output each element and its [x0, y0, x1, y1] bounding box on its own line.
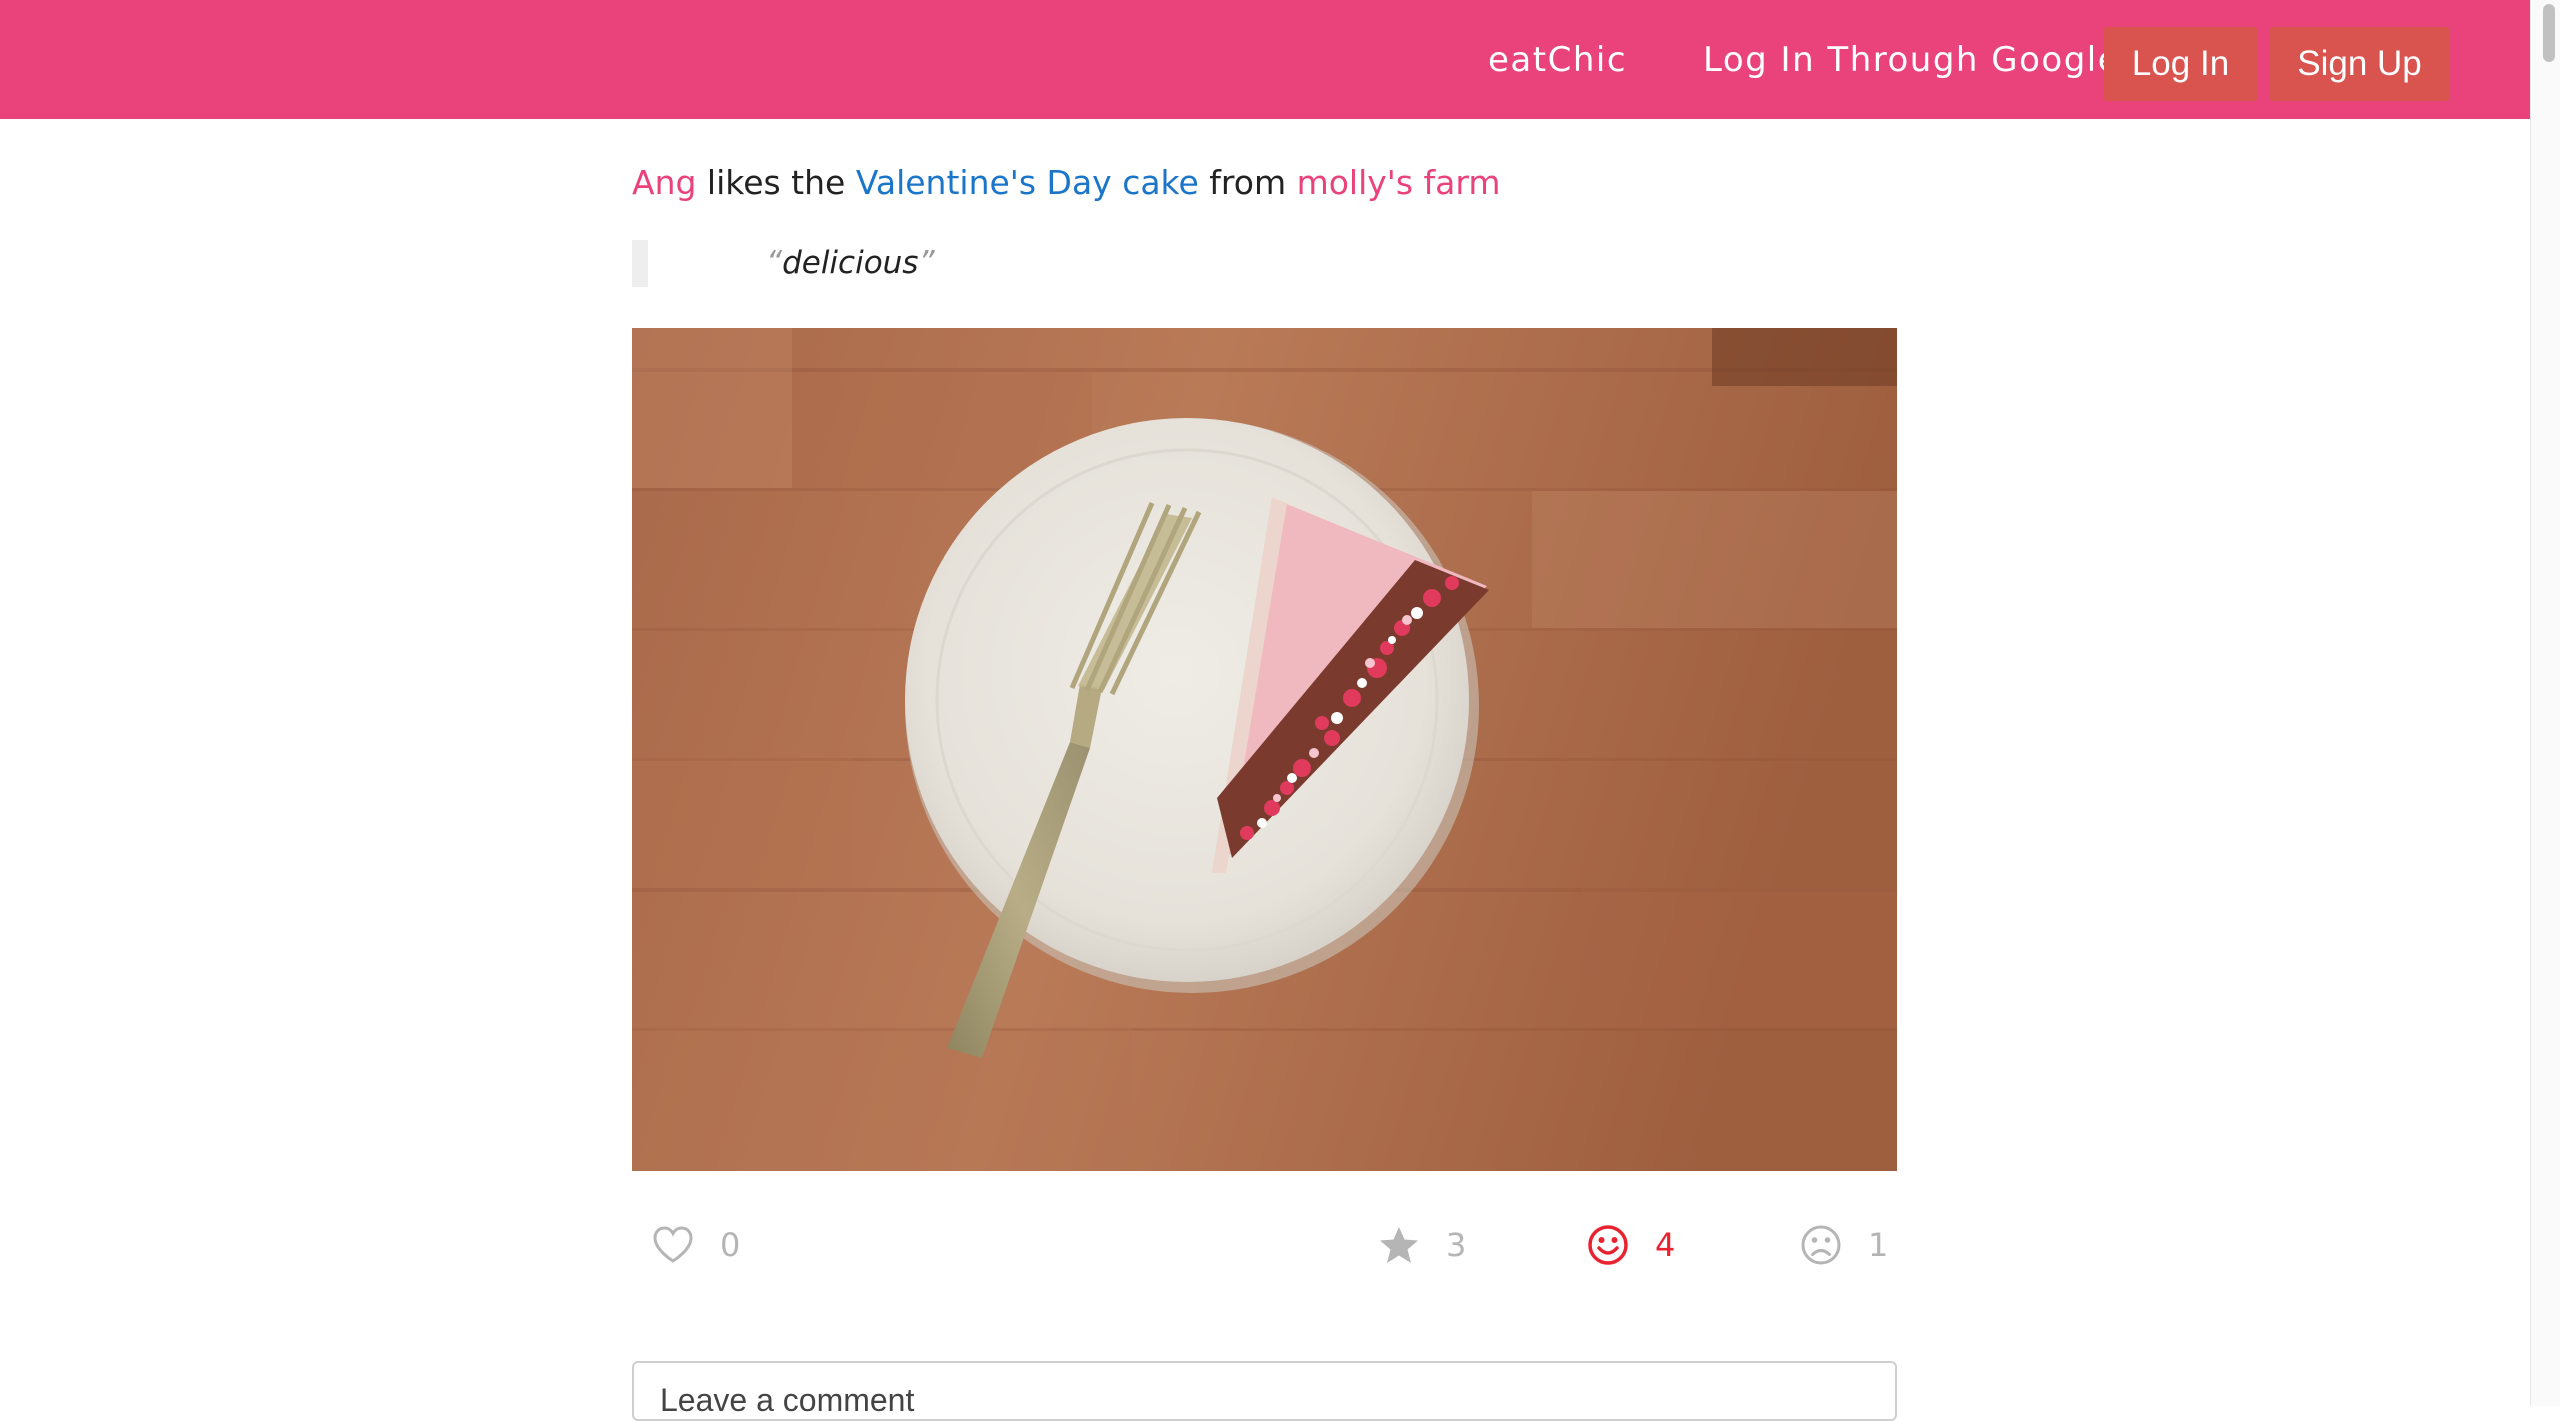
star-count: 3 [1446, 1226, 1467, 1264]
star-reaction[interactable]: 3 [1378, 1222, 1466, 1268]
comment-input[interactable] [632, 1361, 1897, 1421]
post-headline: Ang likes the Valentine's Day cake from … [632, 158, 1501, 208]
headline-verb: likes the [696, 163, 856, 202]
user-link[interactable]: Ang [632, 163, 696, 202]
happy-reaction[interactable]: 4 [1587, 1222, 1675, 1268]
signup-button[interactable]: Sign Up [2270, 27, 2449, 101]
dish-link[interactable]: Valentine's Day cake [856, 163, 1199, 202]
happy-count: 4 [1655, 1226, 1676, 1264]
sad-reaction[interactable]: 1 [1800, 1222, 1888, 1268]
scrollbar-thumb[interactable] [2543, 4, 2555, 62]
place-link[interactable]: molly's farm [1297, 163, 1501, 202]
login-button[interactable]: Log In [2104, 27, 2257, 101]
frown-icon [1801, 1225, 1841, 1265]
open-quote-mark: “ [766, 245, 783, 281]
review-text: “delicious” [766, 240, 935, 287]
smiley-icon [1588, 1225, 1628, 1265]
brand-link[interactable]: eatChic [1488, 38, 1627, 82]
love-reaction[interactable]: 0 [652, 1222, 740, 1268]
sad-count: 1 [1868, 1226, 1889, 1264]
page-scrollbar[interactable] [2530, 0, 2560, 1406]
review-body: delicious [782, 245, 919, 281]
top-navbar: eatChic Log In Through Google Log In Sig… [0, 0, 2530, 119]
close-quote-mark: ” [918, 245, 935, 281]
google-login-link[interactable]: Log In Through Google [1703, 38, 2120, 82]
review-quote: “delicious” [632, 240, 1232, 287]
cake-photo [632, 328, 1897, 1171]
love-count: 0 [720, 1226, 741, 1264]
quote-bar [632, 240, 648, 287]
headline-connector: from [1198, 163, 1297, 202]
star-icon [1380, 1227, 1418, 1263]
heart-outline-icon [653, 1226, 693, 1263]
